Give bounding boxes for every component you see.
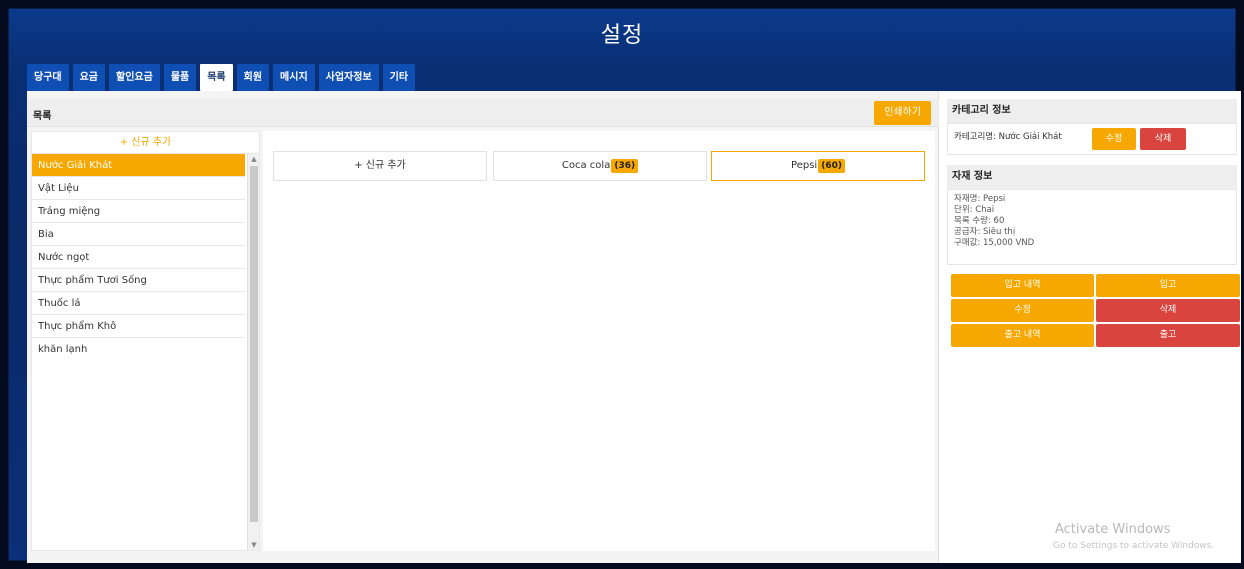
edit-item-button[interactable]: 수정 <box>951 299 1094 322</box>
outbound-history-button[interactable]: 출고 내역 <box>951 324 1094 347</box>
tab-messages[interactable]: 메시지 <box>273 64 315 91</box>
window-title: 설정 <box>600 23 644 48</box>
category-item[interactable]: Bia <box>32 223 245 246</box>
add-category-button[interactable]: + 신규 추가 <box>32 132 259 154</box>
detail-sidebar: 카테고리 정보 카테고리명: Nước Giải Khát 수정 삭제 자재 정… <box>943 91 1241 563</box>
outbound-button[interactable]: 출고 <box>1096 324 1240 347</box>
category-item[interactable]: Vật Liệu <box>32 177 245 200</box>
product-name: Pepsi <box>791 160 818 171</box>
product-card-selected[interactable]: Pepsi (60) <box>711 151 925 181</box>
inbound-history-button[interactable]: 입고 내역 <box>951 274 1094 297</box>
inventory-title: 목록 <box>33 111 52 122</box>
tab-discount-fees[interactable]: 할인요금 <box>109 64 160 91</box>
item-info-header: 자재 정보 <box>947 165 1237 189</box>
tab-other[interactable]: 기타 <box>382 64 416 91</box>
tab-fees[interactable]: 요금 <box>72 64 106 91</box>
category-item[interactable]: khăn lạnh <box>32 338 245 361</box>
tab-business-info[interactable]: 사업자정보 <box>318 64 379 91</box>
delete-item-button[interactable]: 삭제 <box>1096 299 1240 322</box>
product-count-badge: (60) <box>818 159 845 173</box>
product-grid: + 신규 추가 Coca cola (36) Pepsi (60) <box>263 131 935 551</box>
settings-window: 설정 당구대 요금 할인요금 물품 목록 회원 메시지 사업자정보 기타 목록 … <box>8 8 1241 563</box>
scroll-thumb[interactable] <box>250 166 258 522</box>
item-info-box: 자재명: Pepsi 단위: Chai 목록 수량: 60 공급자: Siêu … <box>947 189 1237 265</box>
item-supplier: 공급자: Siêu thị <box>954 227 1016 237</box>
product-name: Coca cola <box>561 160 611 171</box>
tab-content: 목록 인쇄하기 + 신규 추가 Nước Giải Khát Vật Liệu … <box>27 91 1241 563</box>
scroll-down-icon[interactable]: ▼ <box>248 540 260 550</box>
category-item[interactable]: Thực phẩm Khô <box>32 315 245 338</box>
item-unit: 단위: Chai <box>954 205 995 215</box>
activate-windows-title: Activate Windows <box>1055 522 1171 537</box>
category-list: + 신규 추가 Nước Giải Khát Vật Liệu Tráng mi… <box>31 131 260 551</box>
category-item[interactable]: Tráng miệng <box>32 200 245 223</box>
item-name: 자재명: Pepsi <box>954 194 1006 204</box>
scroll-up-icon[interactable]: ▲ <box>248 154 260 164</box>
activate-windows-hint: Go to Settings to activate Windows. <box>1053 541 1215 551</box>
inventory-header: 목록 인쇄하기 <box>27 99 939 127</box>
product-count-badge: (36) <box>611 159 639 173</box>
delete-category-button[interactable]: 삭제 <box>1140 128 1186 150</box>
item-price: 구매값: 15,000 VND <box>954 238 1035 248</box>
category-name-label: 카테고리명: Nước Giải Khát <box>954 132 1062 142</box>
tab-list[interactable]: 목록 <box>200 64 233 91</box>
category-info-box: 카테고리명: Nước Giải Khát 수정 삭제 <box>947 123 1237 155</box>
category-scrollbar[interactable]: ▲ ▼ <box>247 154 259 550</box>
item-quantity: 목록 수량: 60 <box>954 216 1005 226</box>
print-button[interactable]: 인쇄하기 <box>874 101 931 125</box>
inbound-button[interactable]: 입고 <box>1096 274 1240 297</box>
add-product-button[interactable]: + 신규 추가 <box>273 151 487 181</box>
category-info-header: 카테고리 정보 <box>947 99 1237 123</box>
tab-goods[interactable]: 물품 <box>163 64 197 91</box>
tab-members[interactable]: 회원 <box>236 64 270 91</box>
product-card[interactable]: Coca cola (36) <box>493 151 707 181</box>
tab-pool-tables[interactable]: 당구대 <box>27 64 69 91</box>
edit-category-button[interactable]: 수정 <box>1092 128 1136 150</box>
inventory-panel: 목록 인쇄하기 + 신규 추가 Nước Giải Khát Vật Liệu … <box>27 91 939 563</box>
category-item[interactable]: Nước ngọt <box>32 246 245 269</box>
category-item[interactable]: Thuốc lá <box>32 292 245 315</box>
category-item[interactable]: Nước Giải Khát <box>32 154 245 177</box>
category-item[interactable]: Thực phẩm Tươi Sống <box>32 269 245 292</box>
tab-bar: 당구대 요금 할인요금 물품 목록 회원 메시지 사업자정보 기타 <box>27 64 416 91</box>
